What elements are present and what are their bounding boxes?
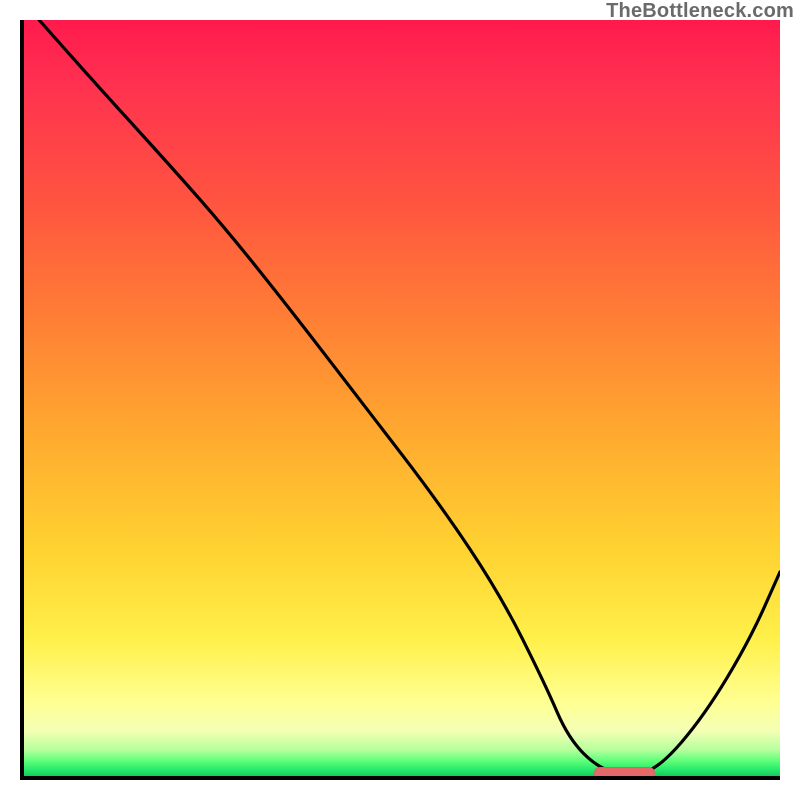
- plot-area: [20, 20, 780, 780]
- curve-layer: [24, 20, 780, 776]
- optimal-range-marker: [594, 767, 655, 779]
- bottleneck-chart: TheBottleneck.com: [0, 0, 800, 800]
- bottleneck-curve-path: [39, 20, 780, 774]
